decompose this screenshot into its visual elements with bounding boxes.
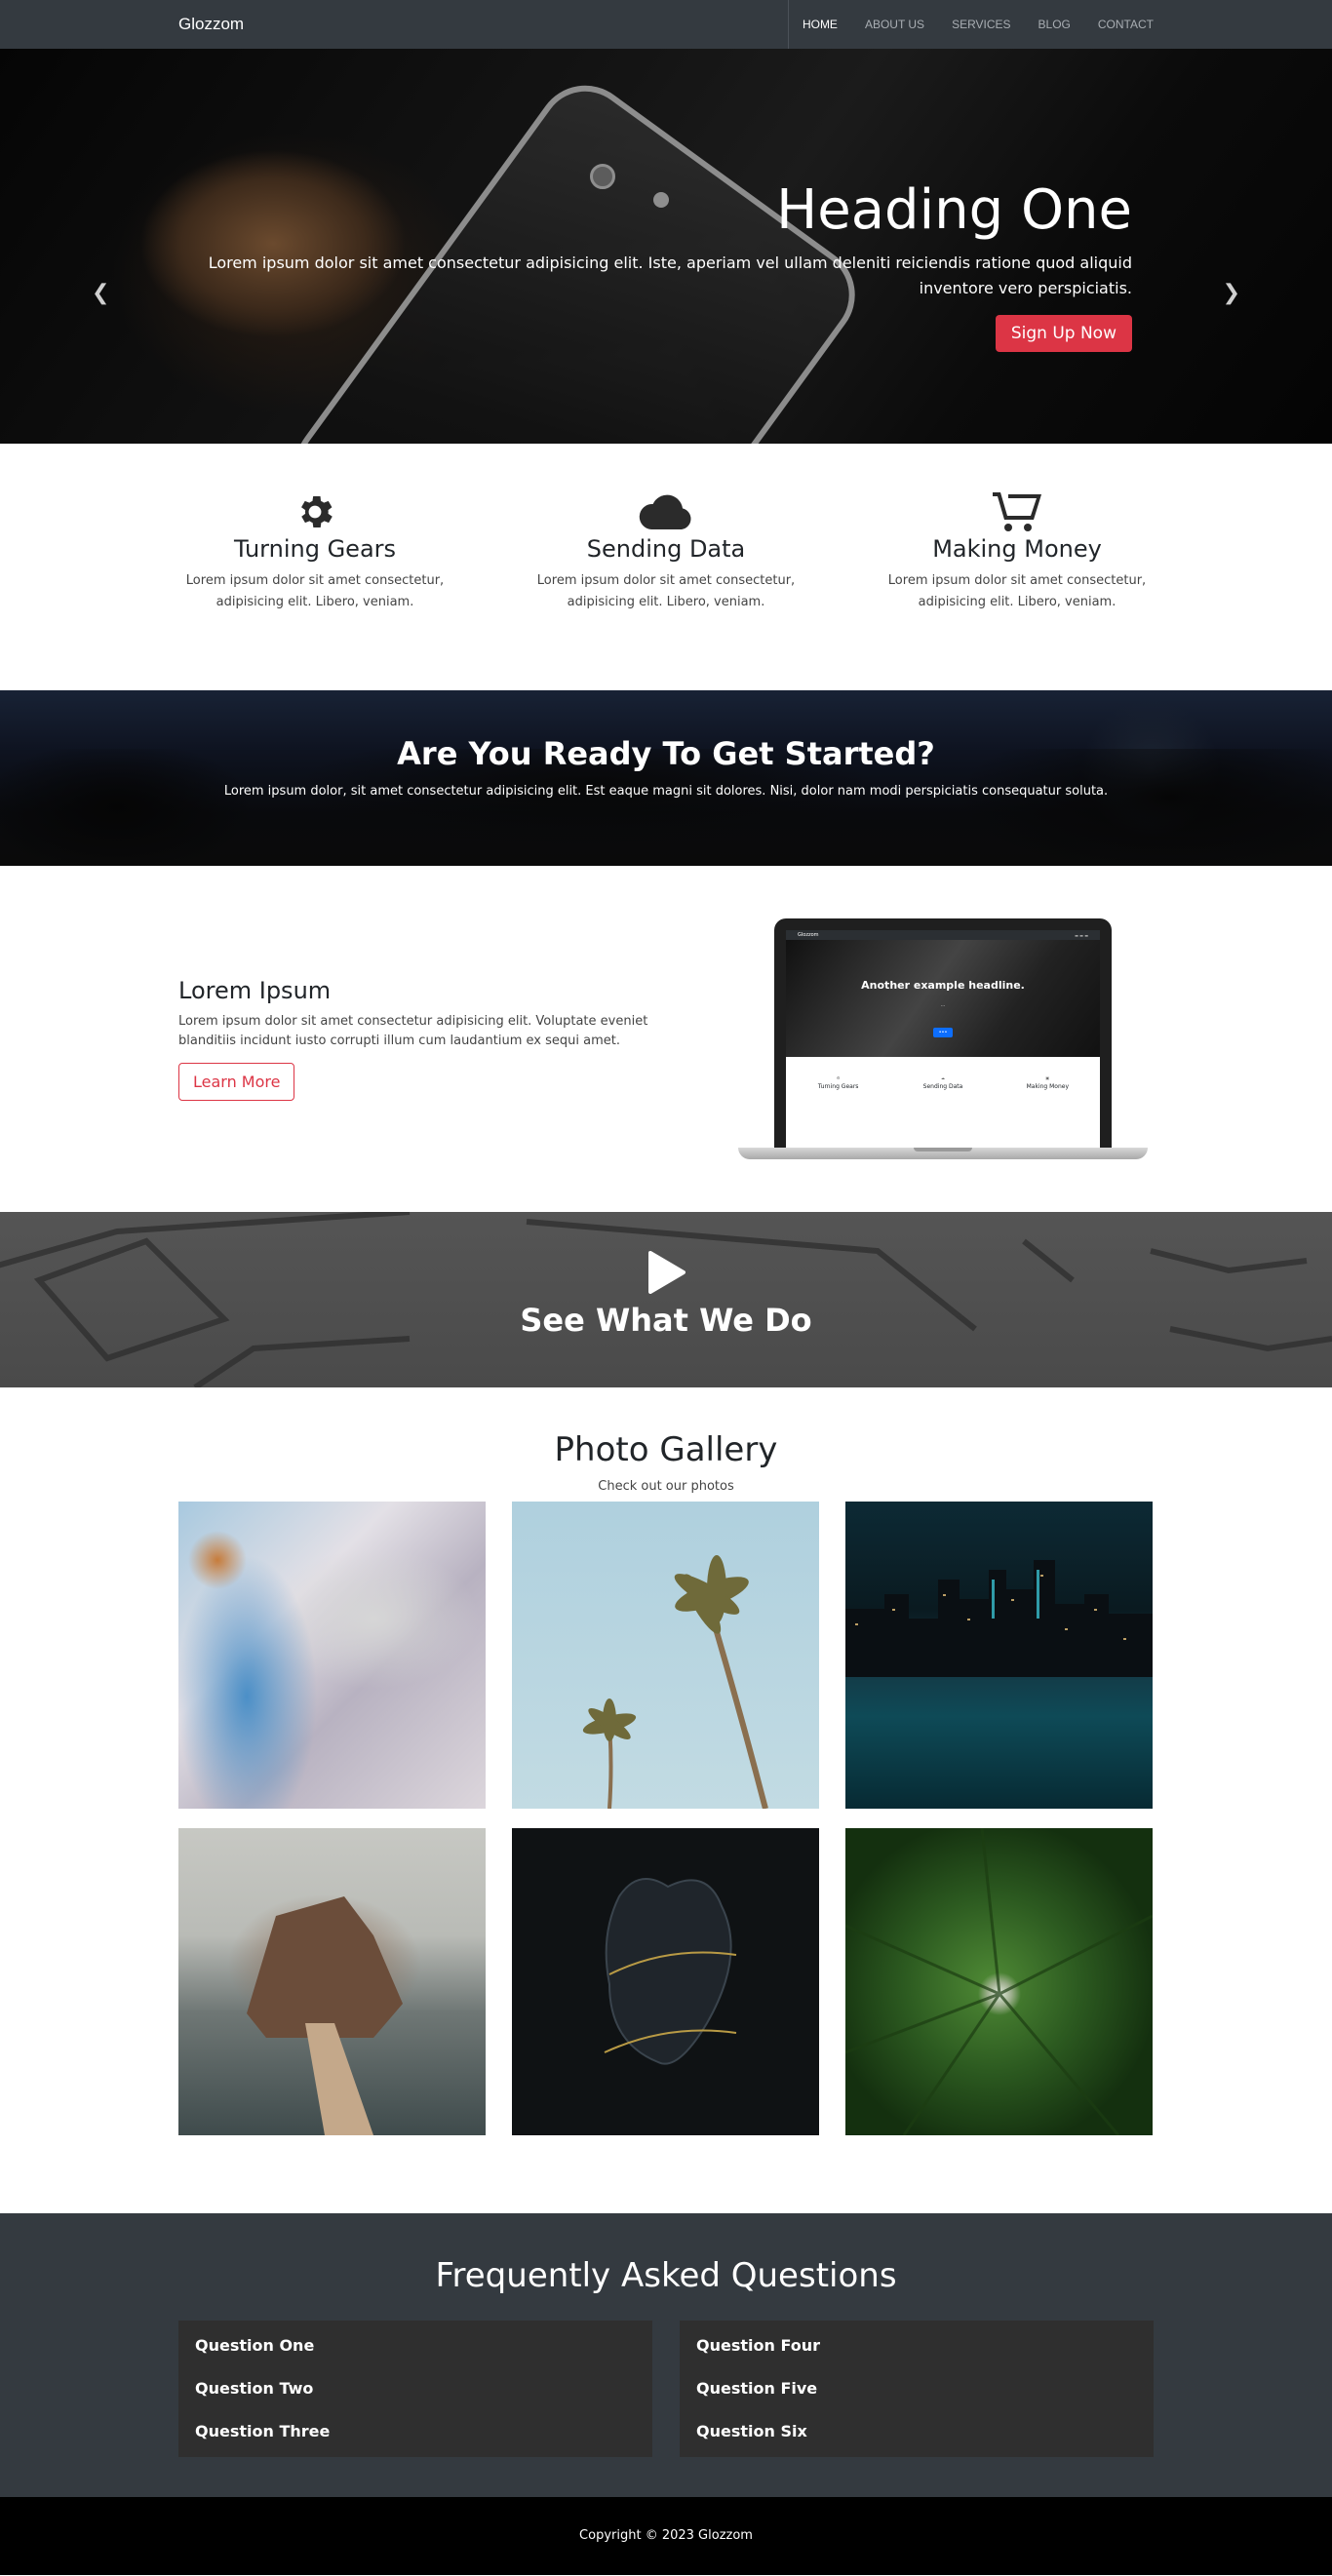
copyright-text: Copyright © 2023 Glozzom — [579, 2528, 753, 2543]
laptop-image: Glozzom ▬ ▬ ▬ Another example headline. … — [738, 918, 1148, 1159]
faq-question[interactable]: Question One — [178, 2324, 652, 2367]
gallery-photo-city-skyline[interactable] — [845, 1502, 1153, 1809]
mini-text: … — [940, 1002, 946, 1008]
chevron-right-icon[interactable]: ❯ — [1223, 281, 1240, 305]
mini-brand: Glozzom — [798, 932, 819, 938]
gallery-heading: Photo Gallery — [554, 1430, 778, 1469]
mini-feature: ▣ Making Money — [1008, 1065, 1086, 1090]
feature-title: Turning Gears — [233, 535, 397, 563]
faq-question[interactable]: Question Four — [680, 2324, 1154, 2367]
faq-question[interactable]: Question Three — [178, 2410, 652, 2453]
hero-heading: Heading One — [776, 178, 1132, 242]
mini-nav-links: ▬ ▬ ▬ — [1075, 932, 1088, 938]
chevron-left-icon[interactable]: ❮ — [92, 281, 109, 305]
mini-feature-title: Making Money — [1026, 1083, 1070, 1090]
nav-link-services[interactable]: SERVICES — [952, 18, 1010, 31]
video-section: See What We Do — [0, 1212, 1332, 1387]
cta-text: Lorem ipsum dolor, sit amet consectetur … — [223, 784, 1109, 799]
get-started-section: Are You Ready To Get Started? Lorem ipsu… — [0, 690, 1332, 866]
feature-card: Sending Data Lorem ipsum dolor sit amet … — [529, 490, 803, 613]
mini-navbar: Glozzom ▬ ▬ ▬ — [786, 930, 1100, 940]
cart-plus-icon — [881, 490, 1154, 533]
navbar: Glozzom HOME ABOUT US SERVICES BLOG CONT… — [0, 0, 1332, 49]
faq-heading: Frequently Asked Questions — [435, 2256, 897, 2295]
gallery-subheading: Check out our photos — [598, 1479, 734, 1494]
gallery-photo-palm-trees[interactable] — [512, 1502, 819, 1809]
gallery-photo-abstract-paint[interactable] — [178, 1502, 486, 1809]
mini-feature: ⚙ Turning Gears — [800, 1065, 878, 1090]
gallery-photo-sea-rock-path[interactable] — [178, 1828, 486, 2135]
cloud-icon: ☁ — [940, 1075, 945, 1080]
mini-feature-title: Turning Gears — [817, 1083, 859, 1090]
mini-button: ••• — [932, 1028, 954, 1037]
hero-caption: Heading One Lorem ipsum dolor sit amet c… — [176, 180, 1132, 352]
sketch-background-image — [0, 1212, 1332, 1387]
nav-links: HOME ABOUT US SERVICES BLOG CONTACT — [787, 0, 1154, 49]
mini-feature-title: Sending Data — [922, 1083, 963, 1090]
mini-hero: Another example headline. … ••• — [786, 940, 1100, 1057]
city-skyline-image — [845, 1560, 1153, 1677]
black-heart-image — [604, 1878, 737, 2065]
laptop-notch — [914, 1148, 972, 1151]
faq-column-left: Question One Question Two Question Three — [178, 2321, 652, 2457]
hero-text: Lorem ipsum dolor sit amet consectetur a… — [208, 253, 1132, 297]
feature-text: Lorem ipsum dolor sit amet consectetur, … — [536, 573, 796, 609]
feature-text: Lorem ipsum dolor sit amet consectetur, … — [887, 573, 1147, 609]
gallery-photo-black-heart[interactable] — [512, 1828, 819, 2135]
laptop-screen-content: Glozzom ▬ ▬ ▬ Another example headline. … — [786, 930, 1100, 1148]
sign-up-button[interactable]: Sign Up Now — [995, 314, 1132, 352]
nav-link-home[interactable]: HOME — [803, 18, 838, 31]
faq-question[interactable]: Question Two — [178, 2367, 652, 2410]
mini-headline: Another example headline. — [861, 979, 1025, 992]
feature-card: Making Money Lorem ipsum dolor sit amet … — [881, 490, 1154, 613]
faq-column-right: Question Four Question Five Question Six — [680, 2321, 1154, 2457]
info-text: Lorem ipsum dolor sit amet consectetur a… — [178, 1014, 648, 1048]
mini-feature: ☁ Sending Data — [904, 1065, 982, 1090]
gallery-photo-green-leaf-drop[interactable] — [845, 1828, 1153, 2135]
gear-icon — [178, 490, 451, 533]
nav-link-about[interactable]: ABOUT US — [865, 18, 924, 31]
video-heading: See What We Do — [520, 1302, 812, 1339]
faq-section: Frequently Asked Questions Question One … — [0, 2213, 1332, 2497]
brand-logo[interactable]: Glozzom — [178, 15, 244, 34]
nav-link-contact[interactable]: CONTACT — [1098, 18, 1154, 31]
cart-icon: ▣ — [1045, 1075, 1050, 1080]
gallery-grid — [178, 1502, 1154, 2135]
info-text-block: Lorem Ipsum Lorem ipsum dolor sit amet c… — [178, 977, 656, 1101]
palm-trees-image — [582, 1555, 768, 1809]
footer: Copyright © 2023 Glozzom — [0, 2497, 1332, 2575]
feature-card: Turning Gears Lorem ipsum dolor sit amet… — [178, 490, 451, 613]
feature-title: Making Money — [932, 535, 1102, 563]
info-section: Lorem Ipsum Lorem ipsum dolor sit amet c… — [0, 866, 1332, 1212]
play-icon[interactable] — [0, 1251, 1332, 1298]
hero-carousel: ❮ ❯ Heading One Lorem ipsum dolor sit am… — [0, 49, 1332, 444]
faq-question[interactable]: Question Six — [680, 2410, 1154, 2453]
faq-question[interactable]: Question Five — [680, 2367, 1154, 2410]
nav-link-blog[interactable]: BLOG — [1038, 18, 1071, 31]
info-heading: Lorem Ipsum — [178, 977, 332, 1004]
cta-heading: Are You Ready To Get Started? — [397, 735, 935, 772]
photo-gallery-section: Photo Gallery Check out our photos — [0, 1387, 1332, 2213]
gear-icon: ⚙ — [836, 1075, 841, 1080]
learn-more-button[interactable]: Learn More — [178, 1063, 295, 1101]
sea-rock-path-image — [247, 1896, 403, 2135]
feature-text: Lorem ipsum dolor sit amet consectetur, … — [185, 573, 445, 609]
mini-features: ⚙ Turning Gears ☁ Sending Data ▣ Making Mon… — [786, 1057, 1100, 1090]
laptop-screen: Glozzom ▬ ▬ ▬ Another example headline. … — [774, 918, 1112, 1148]
cloud-icon — [529, 490, 803, 533]
feature-title: Sending Data — [586, 535, 746, 563]
features-section: Turning Gears Lorem ipsum dolor sit amet… — [0, 444, 1332, 690]
green-leaf-image — [845, 1828, 1153, 2135]
